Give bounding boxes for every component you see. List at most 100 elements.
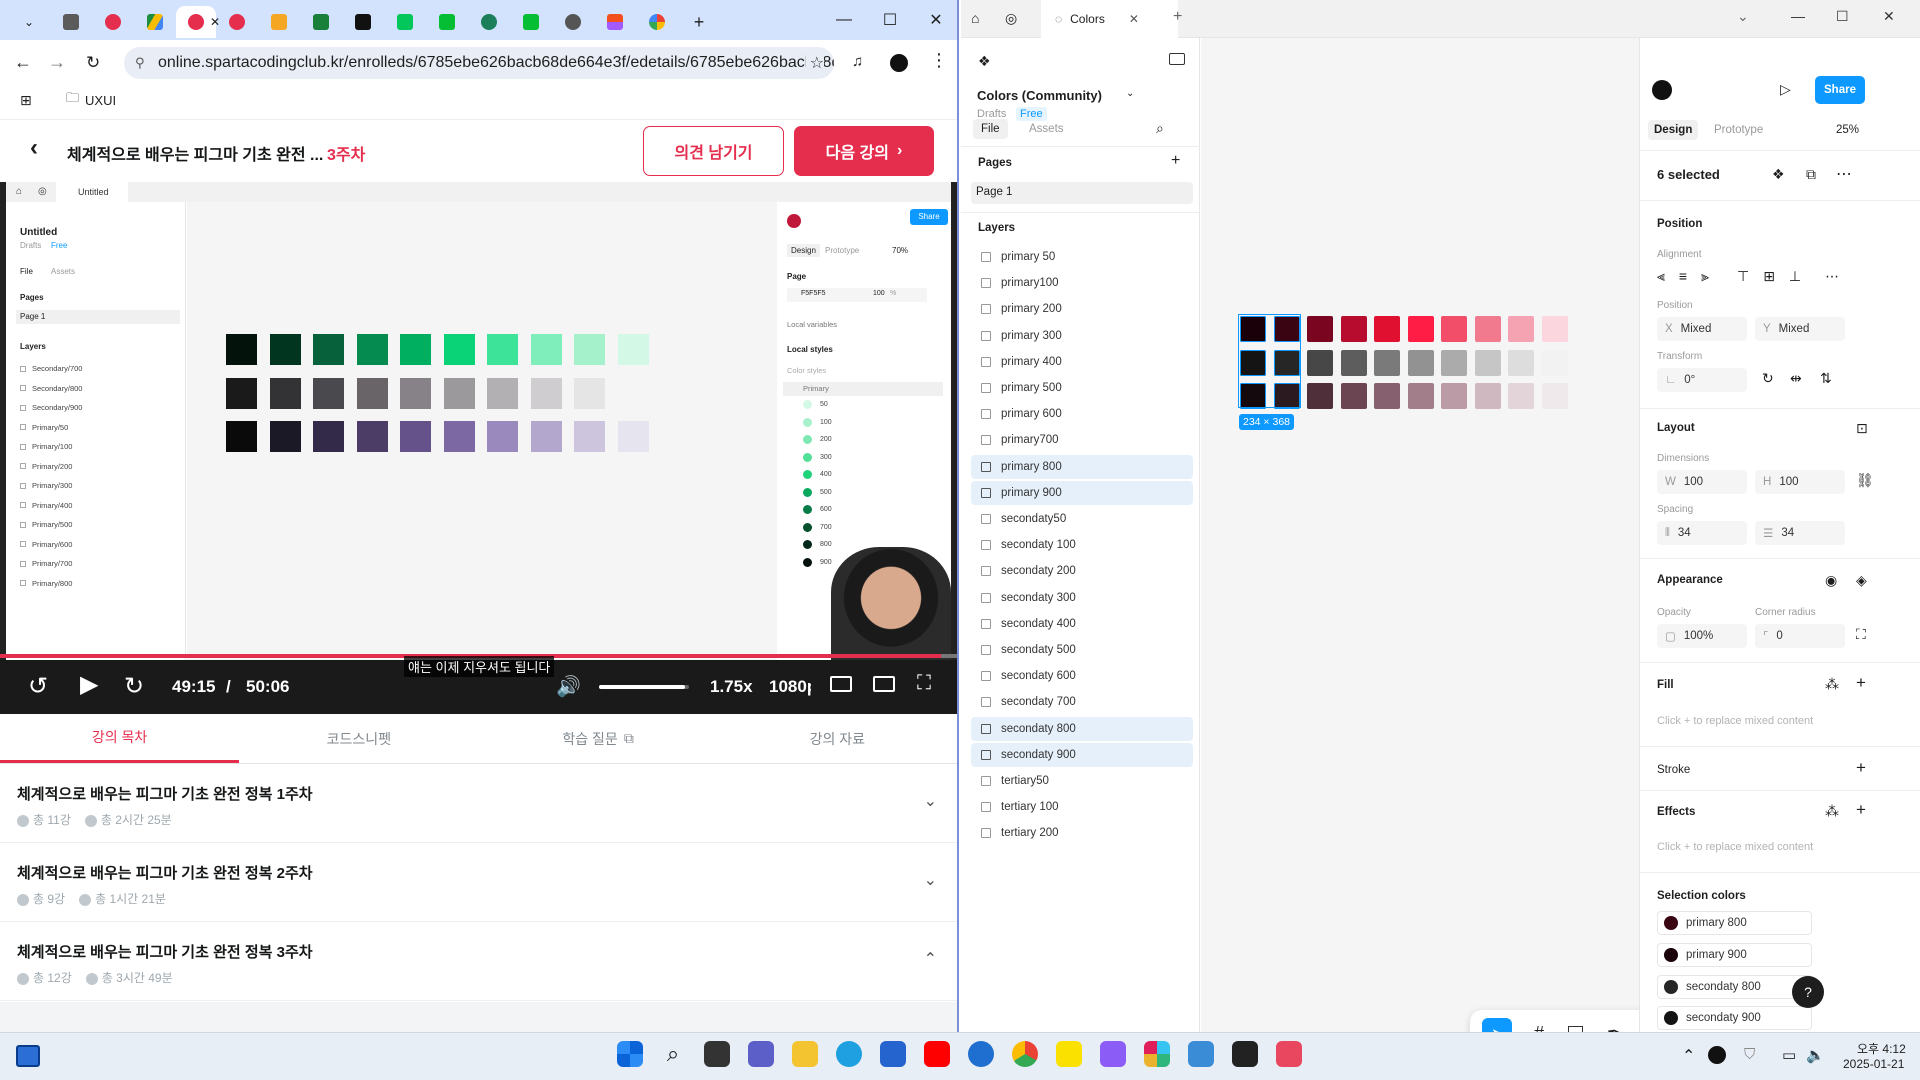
layer-item[interactable]: primary 800	[971, 454, 1193, 479]
flip-horizontal-icon[interactable]: ⇹	[1790, 370, 1802, 387]
assets-tab[interactable]: Assets	[1029, 123, 1064, 135]
layer-item[interactable]: tertiary50	[971, 769, 1193, 793]
volume-tray-icon[interactable]: 🔈	[1806, 1046, 1825, 1064]
width-field[interactable]: W 100	[1657, 470, 1747, 494]
kakaotalk-icon[interactable]	[1056, 1041, 1082, 1067]
more-align-icon[interactable]: ⋯	[1825, 268, 1839, 285]
layer-item[interactable]: primary700	[971, 428, 1193, 452]
design-tab[interactable]: Design	[1648, 120, 1699, 140]
maximize-button[interactable]: ☐	[867, 0, 913, 40]
browser-tab[interactable]	[258, 6, 300, 38]
vertical-gap-field[interactable]: ☰ 34	[1755, 521, 1845, 545]
share-button[interactable]: Share	[1815, 76, 1865, 104]
minimize-button[interactable]: —	[821, 0, 867, 40]
app-icon[interactable]	[968, 1041, 994, 1067]
week-item[interactable]: 체계적으로 배우는 피그마 기초 완전 정복 3주차 총 12강 총 3시간 49…	[0, 923, 957, 1001]
slack-icon[interactable]	[1144, 1041, 1170, 1067]
main-menu-icon[interactable]: ❖	[978, 53, 991, 70]
selection-color-item[interactable]: secondaty 900	[1657, 1006, 1812, 1031]
layer-item[interactable]: primary100	[971, 271, 1193, 295]
layer-item[interactable]: primary 500	[971, 376, 1193, 400]
component-icon[interactable]: ❖	[1772, 166, 1785, 183]
forward-10-icon[interactable]: ↻	[124, 672, 144, 701]
chevron-down-icon[interactable]: ⌄	[924, 870, 937, 890]
horizontal-gap-field[interactable]: ⫴ 34	[1657, 521, 1747, 545]
bookmark-star-icon[interactable]: ☆	[805, 53, 824, 73]
browser-tab[interactable]	[636, 6, 678, 38]
bookmark-folder[interactable]: 🗀 UXUI	[66, 89, 116, 111]
edge-icon[interactable]	[836, 1041, 862, 1067]
color-swatch[interactable]	[1508, 383, 1534, 409]
layer-item[interactable]: secondaty 500	[971, 638, 1193, 662]
week-item[interactable]: 체계적으로 배우는 피그마 기초 완전 정복 1주차 총 11강 총 2시간 25…	[0, 765, 957, 843]
next-lecture-button[interactable]: 다음 강의 ›	[794, 126, 934, 176]
selection-color-item[interactable]: primary 800	[1657, 911, 1812, 935]
video-player[interactable]: ⌂ ◎ Untitled Untitled Drafts Free File A…	[0, 182, 957, 714]
layer-item[interactable]: secondaty 200	[971, 559, 1193, 583]
color-swatch[interactable]	[1307, 349, 1333, 376]
tray-app-icon[interactable]	[1708, 1046, 1726, 1064]
selection-color-item[interactable]: secondaty 800	[1657, 974, 1812, 999]
clock-time[interactable]: 오후 4:12	[1857, 1040, 1906, 1057]
color-swatch[interactable]	[1407, 349, 1434, 376]
youtube-icon[interactable]	[924, 1041, 950, 1067]
play-icon[interactable]: ▶	[80, 670, 98, 699]
present-icon[interactable]: ▷	[1780, 81, 1791, 98]
tray-chevron-icon[interactable]: ⌃	[1682, 1046, 1695, 1066]
meet-icon[interactable]	[748, 1041, 774, 1067]
apps-grid-icon[interactable]: ⊞	[20, 92, 32, 109]
layer-item[interactable]: secondaty 900	[971, 742, 1193, 767]
browser-tab[interactable]	[134, 6, 176, 38]
layer-item[interactable]: secondaty 700	[971, 690, 1193, 714]
browser-tab[interactable]	[594, 6, 636, 38]
color-swatch[interactable]	[1441, 316, 1467, 342]
forward-icon[interactable]: →	[48, 52, 66, 73]
tray-shield-icon[interactable]: ⛉	[1744, 1046, 1755, 1063]
community-globe-icon[interactable]: ◎	[1005, 10, 1017, 27]
blend-mode-icon[interactable]: ◈	[1856, 572, 1867, 589]
zoom-level[interactable]: 25%	[1836, 124, 1859, 136]
add-effect-icon[interactable]: +	[1856, 800, 1866, 820]
back-icon[interactable]: ←	[14, 52, 32, 73]
x-field[interactable]: X Mixed	[1657, 317, 1747, 341]
tab-list-dropdown[interactable]: ⌄	[8, 6, 50, 38]
new-tab-plus-icon[interactable]: +	[1173, 8, 1182, 26]
tab-code-snippet[interactable]: 코드스니펫	[239, 714, 478, 763]
layer-item[interactable]: primary 50	[971, 245, 1193, 269]
browser-tab[interactable]	[216, 6, 258, 38]
tabs-dropdown-icon[interactable]: ⌄	[1737, 8, 1749, 25]
store-icon[interactable]	[880, 1041, 906, 1067]
new-tab-button[interactable]: +	[678, 6, 720, 38]
opacity-field[interactable]: ▢ 100%	[1657, 624, 1747, 648]
align-center-h-icon[interactable]: ≡	[1679, 268, 1687, 285]
color-swatch[interactable]	[1541, 349, 1568, 376]
pip-icon[interactable]	[873, 676, 895, 692]
figma-canvas[interactable]: 234 × 368 ➤ # ✒ T ◯ ⁂ </>	[1201, 38, 1890, 1056]
add-page-icon[interactable]: +	[1171, 152, 1180, 170]
rotate-90-icon[interactable]: ↻	[1762, 370, 1774, 387]
color-swatch[interactable]	[1508, 349, 1534, 376]
layer-item[interactable]: primary 600	[971, 402, 1193, 426]
start-button-icon[interactable]	[617, 1041, 643, 1067]
browser-tab[interactable]	[468, 6, 510, 38]
color-swatch[interactable]	[1340, 383, 1367, 409]
profile-avatar[interactable]	[890, 54, 908, 72]
volume-slider[interactable]	[599, 685, 689, 689]
layer-item[interactable]: primary 200	[971, 297, 1193, 321]
add-fill-icon[interactable]: +	[1856, 673, 1866, 693]
layer-item[interactable]: secondaty 400	[971, 612, 1193, 636]
color-swatch[interactable]	[1474, 383, 1501, 409]
browser-tab[interactable]	[50, 6, 92, 38]
user-avatar[interactable]	[1652, 80, 1672, 100]
color-swatch[interactable]	[1508, 316, 1534, 342]
color-swatch[interactable]	[1407, 316, 1434, 342]
address-bar[interactable]: ⚲ online.spartacodingclub.kr/enrolleds/6…	[124, 47, 834, 79]
tab-toc[interactable]: 강의 목차	[0, 714, 240, 763]
height-field[interactable]: H 100	[1755, 470, 1845, 494]
week-item[interactable]: 체계적으로 배우는 피그마 기초 완전 정복 2주차 총 9강 총 1시간 21분…	[0, 844, 957, 922]
add-stroke-icon[interactable]: +	[1856, 758, 1866, 778]
color-swatch[interactable]	[1441, 383, 1467, 409]
browser-tab[interactable]	[300, 6, 342, 38]
browser-tab[interactable]	[426, 6, 468, 38]
task-view-icon[interactable]	[16, 1045, 40, 1067]
